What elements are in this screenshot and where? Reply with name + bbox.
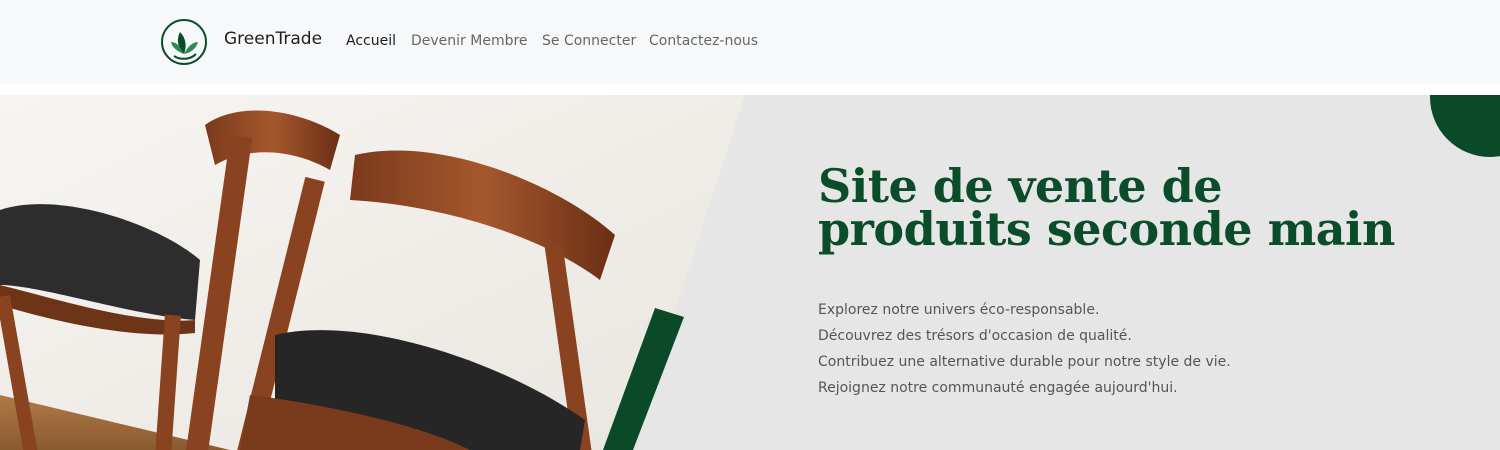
nav-item-contactez-nous[interactable]: Contactez-nous <box>649 33 758 49</box>
navbar: GreenTrade Accueil Devenir Membre Se Con… <box>0 0 1500 84</box>
hero-line-3: Contribuez une alternative durable pour … <box>818 354 1231 370</box>
hero-title-line-2: produits seconde main <box>818 202 1395 256</box>
leaf-logo-icon[interactable] <box>160 18 208 66</box>
nav-item-accueil[interactable]: Accueil <box>346 33 396 49</box>
brand-name[interactable]: GreenTrade <box>224 29 322 49</box>
hero-description: Explorez notre univers éco-responsable. … <box>818 297 1231 401</box>
hero-line-2: Découvrez des trésors d'occasion de qual… <box>818 328 1132 344</box>
wooden-chairs-photo <box>0 95 745 450</box>
navbar-spacer <box>0 84 1500 95</box>
hero-title: Site de vente de produits seconde main <box>818 163 1395 256</box>
hero-section: Site de vente de produits seconde main E… <box>0 95 1500 450</box>
nav-item-devenir-membre[interactable]: Devenir Membre <box>411 33 528 49</box>
nav-item-se-connecter[interactable]: Se Connecter <box>542 33 636 49</box>
hero-line-1: Explorez notre univers éco-responsable. <box>818 302 1100 318</box>
hero-line-4: Rejoignez notre communauté engagée aujou… <box>818 380 1178 396</box>
